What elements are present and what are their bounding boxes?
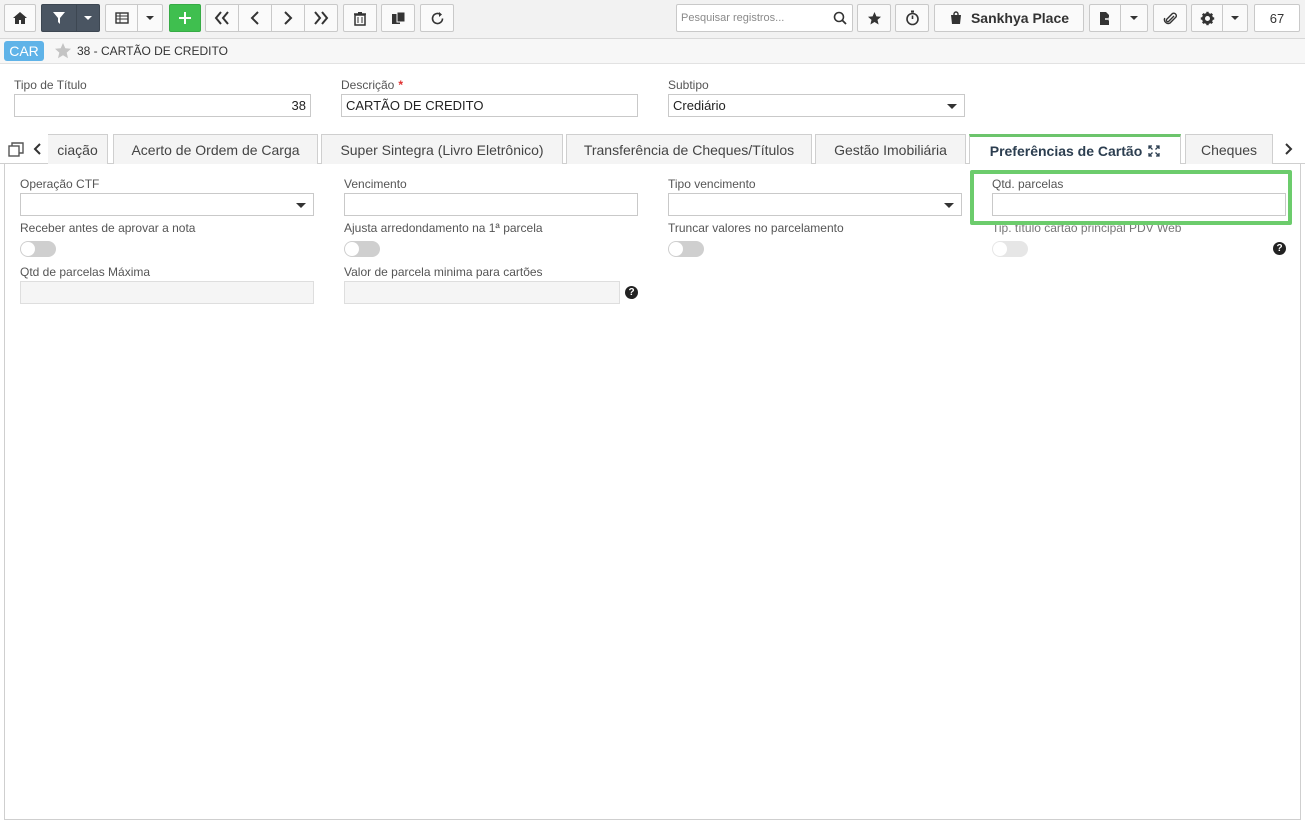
chevron-down-icon — [1231, 16, 1239, 20]
valor-min-field[interactable] — [344, 281, 620, 304]
descricao-field[interactable]: CARTÃO DE CREDITO — [341, 94, 638, 117]
view-dropdown-button[interactable] — [137, 4, 163, 32]
receber-antes-label: Receber antes de aprovar a nota — [20, 221, 196, 235]
tab-bar: ciação Acerto de Ordem de Carga Super Si… — [0, 132, 1305, 165]
tipo-vencimento-select[interactable] — [668, 193, 962, 216]
caret-down-icon — [947, 104, 957, 109]
search-input[interactable] — [681, 9, 831, 27]
breadcrumb: CAR 38 - CARTÃO DE CREDITO — [0, 39, 1305, 64]
descricao-label-text: Descrição — [341, 78, 395, 92]
timer-button[interactable] — [895, 4, 929, 32]
duplicate-button[interactable] — [381, 4, 415, 32]
tab-cheques[interactable]: Cheques — [1185, 134, 1273, 164]
chevron-down-icon — [84, 16, 92, 20]
next-record-button[interactable] — [271, 4, 305, 32]
export-button[interactable] — [1089, 4, 1121, 32]
shopping-bag-icon — [950, 11, 961, 24]
search-icon[interactable] — [833, 11, 847, 25]
truncar-label: Truncar valores no parcelamento — [668, 221, 844, 235]
expand-icon[interactable] — [1148, 145, 1160, 157]
tab-transferencia-cheques[interactable]: Transferência de Cheques/Títulos — [566, 134, 812, 164]
subtipo-select[interactable]: Crediário — [668, 94, 965, 117]
filter-icon — [53, 12, 65, 24]
add-button[interactable] — [169, 4, 201, 32]
tipo-titulo-field[interactable]: 38 — [14, 94, 311, 117]
star-icon — [867, 11, 881, 24]
stopwatch-icon — [905, 10, 919, 26]
qtd-max-field[interactable] — [20, 281, 314, 304]
ajusta-arred-toggle[interactable] — [344, 241, 380, 257]
caret-down-icon — [944, 203, 954, 208]
operacao-ctf-label: Operação CTF — [20, 177, 100, 191]
chevron-down-icon — [1130, 16, 1138, 20]
chevron-right-icon — [284, 11, 293, 25]
chevron-down-icon — [146, 16, 154, 20]
help-icon[interactable]: ? — [625, 286, 638, 299]
gear-icon — [1200, 11, 1214, 25]
refresh-icon — [431, 11, 443, 24]
grid-view-button[interactable] — [105, 4, 138, 32]
settings-button[interactable] — [1191, 4, 1223, 32]
vencimento-label: Vencimento — [344, 177, 407, 191]
sankhya-place-button[interactable]: Sankhya Place — [934, 4, 1084, 32]
main-toolbar: Sankhya Place 67 — [0, 0, 1305, 39]
tab-gestao-imobiliaria[interactable]: Gestão Imobiliária — [815, 134, 966, 164]
receber-antes-toggle[interactable] — [20, 241, 56, 257]
subtipo-label: Subtipo — [668, 78, 709, 92]
copy-icon — [391, 11, 405, 24]
tab-acerto-ordem-carga[interactable]: Acerto de Ordem de Carga — [113, 134, 318, 164]
vencimento-field[interactable] — [344, 193, 638, 216]
search-box — [676, 4, 853, 32]
page-title: 38 - CARTÃO DE CREDITO — [77, 44, 228, 58]
trash-icon — [354, 11, 366, 26]
star-icon[interactable] — [54, 42, 72, 60]
tab-panel — [4, 164, 1301, 820]
qtd-max-label: Qtd de parcelas Máxima — [20, 265, 151, 279]
attachment-button[interactable] — [1153, 4, 1187, 32]
caret-down-icon — [296, 203, 306, 208]
tab-scroll-left-icon[interactable] — [32, 142, 42, 156]
plus-icon — [179, 12, 191, 24]
double-chevron-left-icon — [214, 11, 229, 25]
file-export-icon — [1100, 11, 1112, 25]
chevron-left-icon — [250, 11, 259, 25]
record-counter: 67 — [1254, 4, 1300, 32]
sankhya-place-label: Sankhya Place — [970, 10, 1070, 26]
descricao-label: Descrição * — [341, 78, 403, 92]
tab-preferencias-cartao[interactable]: Preferências de Cartão — [969, 134, 1181, 165]
operacao-ctf-select[interactable] — [20, 193, 314, 216]
refresh-button[interactable] — [420, 4, 454, 32]
first-record-button[interactable] — [205, 4, 239, 32]
required-marker: * — [398, 78, 404, 92]
tipo-vencimento-label: Tipo vencimento — [668, 177, 756, 191]
table-icon — [114, 12, 129, 24]
tab-preferencias-cartao-label: Preferências de Cartão — [989, 143, 1143, 159]
home-icon — [13, 12, 27, 24]
favorite-button[interactable] — [857, 4, 891, 32]
tab-super-sintegra[interactable]: Super Sintegra (Livro Eletrônico) — [321, 134, 563, 164]
tab-ciacao[interactable]: ciação — [48, 134, 108, 164]
copy-window-icon[interactable] — [8, 142, 24, 158]
filter-button[interactable] — [41, 4, 77, 32]
delete-button[interactable] — [343, 4, 377, 32]
filter-dropdown-button[interactable] — [76, 4, 100, 32]
tipo-titulo-label: Tipo de Título — [14, 78, 87, 92]
home-button[interactable] — [4, 4, 36, 32]
last-record-button[interactable] — [304, 4, 338, 32]
tip-titulo-toggle[interactable] — [992, 241, 1028, 257]
help-icon[interactable]: ? — [1273, 242, 1286, 255]
truncar-toggle[interactable] — [668, 241, 704, 257]
double-chevron-right-icon — [314, 11, 329, 25]
module-badge[interactable]: CAR — [4, 41, 44, 61]
tab-scroll-right-icon[interactable] — [1284, 142, 1294, 156]
ajusta-arred-label: Ajusta arredondamento na 1ª parcela — [344, 221, 543, 235]
settings-dropdown-button[interactable] — [1222, 4, 1248, 32]
valor-min-label: Valor de parcela minima para cartões — [344, 265, 543, 279]
qtd-parcelas-highlight — [970, 170, 1292, 225]
previous-record-button[interactable] — [238, 4, 272, 32]
paperclip-icon — [1163, 12, 1177, 24]
export-dropdown-button[interactable] — [1120, 4, 1148, 32]
subtipo-value: Crediário — [673, 98, 726, 113]
